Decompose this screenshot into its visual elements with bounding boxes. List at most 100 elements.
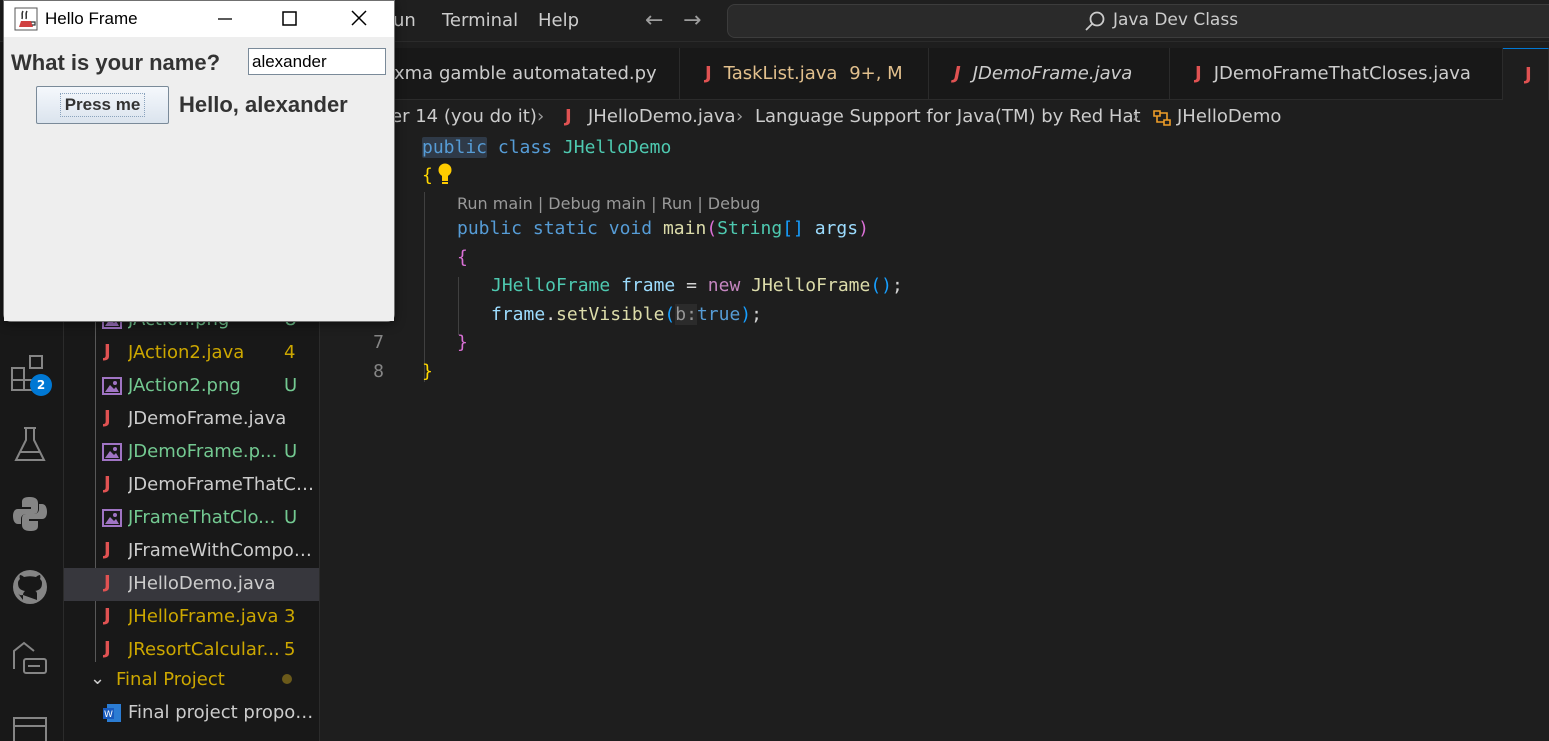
token: public: [457, 218, 523, 239]
java-icon: J: [565, 106, 572, 127]
tab-label: JDemoFrameThatCloses.java: [1213, 63, 1471, 84]
file-name: JDemoFrameThatCl...: [128, 474, 318, 495]
token: .: [545, 304, 557, 325]
folder-final-project[interactable]: ⌄ Final Project: [64, 664, 319, 697]
menu-run[interactable]: un: [393, 10, 416, 31]
token: (: [706, 218, 718, 239]
token: =: [675, 275, 708, 296]
tab-tasklist[interactable]: J TaskList.java 9+, M: [680, 48, 929, 100]
token: }: [457, 332, 468, 353]
maximize-icon[interactable]: [266, 1, 312, 37]
back-arrow-icon[interactable]: ←: [645, 8, 663, 33]
token: []: [782, 218, 804, 239]
minimize-icon[interactable]: [202, 1, 248, 37]
code-line-2: {: [422, 165, 433, 186]
python-icon[interactable]: [10, 494, 50, 534]
image-file-icon: [102, 509, 122, 527]
breadcrumb-folder[interactable]: er 14 (you do it): [391, 106, 537, 127]
tab-jhellodemo-active[interactable]: J: [1503, 48, 1549, 100]
code-line-8: }: [422, 361, 433, 382]
code-editor[interactable]: public class JHelloDemo { Run main | Deb…: [320, 132, 1549, 741]
window-title: Hello Frame: [45, 9, 138, 28]
java-file-icon: J: [104, 341, 111, 362]
breadcrumb-extension[interactable]: Language Support for Java(TM) by Red Hat: [755, 106, 1141, 127]
token: {: [422, 165, 433, 186]
java-file-icon: J: [104, 407, 111, 428]
modified-dot: [282, 674, 292, 684]
codelens-run-debug[interactable]: Run main | Debug main | Run | Debug: [457, 194, 760, 213]
token: String: [717, 218, 783, 239]
token: class: [497, 137, 553, 158]
token: new: [707, 275, 741, 296]
tab-jdemoframethatcloses[interactable]: J JDemoFrameThatCloses.java: [1170, 48, 1503, 100]
java-icon: J: [705, 63, 712, 84]
file-row[interactable]: J JHelloFrame.java 3: [64, 601, 319, 634]
tab-problem-badge: 9+, M: [849, 63, 903, 84]
file-row[interactable]: JFrameThatClo... U: [64, 502, 319, 535]
code-line-1: public class JHelloDemo: [422, 137, 671, 158]
command-center-search[interactable]: Java Dev Class: [727, 4, 1549, 38]
inlay-hint: b:: [675, 304, 697, 325]
file-row[interactable]: J JDemoFrame.java: [64, 403, 319, 436]
file-status-badge: U: [284, 441, 298, 462]
token: {: [457, 247, 468, 268]
token: static: [532, 218, 598, 239]
token: void: [608, 218, 653, 239]
token: (: [664, 304, 676, 325]
code-line-4: {: [457, 247, 468, 268]
file-row[interactable]: JDemoFrame.p... U: [64, 436, 319, 469]
file-row[interactable]: J JAction2.java 4: [64, 337, 319, 370]
file-name: JDemoFrame.java: [128, 408, 287, 429]
forward-arrow-icon[interactable]: →: [683, 8, 701, 33]
file-status-badge: U: [284, 507, 298, 528]
remote-explorer-icon[interactable]: [10, 639, 50, 679]
file-row[interactable]: J JFrameWithCompon...: [64, 535, 319, 568]
press-me-button[interactable]: Press me: [36, 86, 169, 124]
file-final-project-proposal[interactable]: W Final project propos...: [64, 697, 319, 730]
tab-label: xma gamble automatated.py: [394, 63, 657, 84]
hello-frame-window: Hello Frame What is your name? Press me …: [3, 0, 395, 322]
code-line-3: public static void main(String[] args): [457, 218, 869, 239]
java-file-icon: J: [104, 638, 111, 659]
breadcrumb-symbol[interactable]: JHelloDemo: [1177, 106, 1281, 127]
menu-terminal[interactable]: Terminal: [442, 10, 518, 31]
button-label: Press me: [64, 95, 141, 114]
chevron-right-icon: ›: [537, 106, 545, 127]
github-icon[interactable]: [10, 567, 50, 607]
line-number: 8: [373, 361, 384, 382]
token: JHelloDemo: [562, 137, 672, 158]
search-icon: [1085, 11, 1105, 31]
word-doc-icon: W: [103, 704, 121, 722]
panel-icon[interactable]: [10, 712, 50, 741]
file-row[interactable]: J JHelloDemo.java: [64, 568, 319, 601]
token: args: [814, 218, 859, 239]
window-content: What is your name? Press me Hello, alexa…: [4, 37, 394, 321]
line-number: 7: [373, 332, 384, 353]
testing-flask-icon[interactable]: [10, 424, 50, 464]
name-input[interactable]: [248, 48, 386, 75]
class-symbol-icon: [1153, 110, 1171, 126]
tab-label: TaskList.java: [723, 63, 838, 84]
window-title-bar[interactable]: Hello Frame: [4, 1, 394, 37]
menu-help[interactable]: Help: [538, 10, 579, 31]
java-icon: J: [1525, 64, 1532, 85]
java-file-icon: J: [104, 572, 111, 593]
file-row[interactable]: J JDemoFrameThatCl...: [64, 469, 319, 502]
tab-label: JDemoFrame.java: [972, 63, 1133, 84]
token: main: [662, 218, 707, 239]
svg-text:W: W: [104, 710, 113, 720]
file-status-badge: 3: [284, 606, 296, 627]
indent-guide: [424, 192, 425, 382]
token: true: [696, 304, 741, 325]
breadcrumb-file[interactable]: JHelloDemo.java: [588, 106, 736, 127]
java-coffee-icon: [14, 7, 38, 31]
code-line-5: JHelloFrame frame = new JHelloFrame();: [491, 275, 903, 296]
lightbulb-icon[interactable]: [437, 162, 453, 186]
file-row[interactable]: JAction2.png U: [64, 370, 319, 403]
close-icon[interactable]: [336, 1, 382, 37]
file-name: JHelloDemo.java: [128, 573, 276, 594]
tab-jdemoframe[interactable]: J JDemoFrame.java: [929, 48, 1170, 100]
token: frame: [491, 304, 546, 325]
code-line-6: frame.setVisible(b:true);: [491, 304, 762, 325]
file-row[interactable]: J JResortCalcular... 5: [64, 634, 319, 667]
